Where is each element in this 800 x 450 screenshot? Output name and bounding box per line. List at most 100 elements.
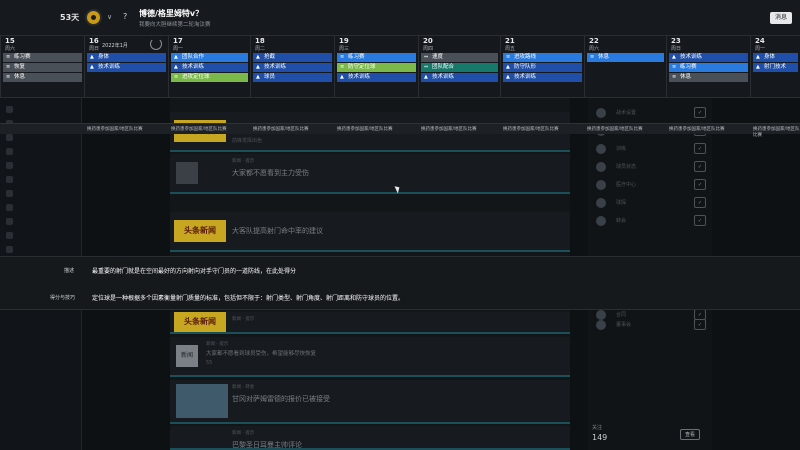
task-label: 董事会 bbox=[616, 322, 632, 328]
calendar-day[interactable]: 22 周六 ≡ 休息 bbox=[584, 36, 666, 98]
check-icon[interactable]: ✓ bbox=[694, 161, 706, 172]
sidebar-item[interactable] bbox=[0, 144, 81, 158]
day-number: 19 bbox=[339, 37, 349, 45]
sidebar bbox=[0, 36, 82, 450]
sidebar-item[interactable] bbox=[0, 242, 81, 256]
check-icon[interactable]: ✓ bbox=[694, 197, 706, 208]
training-session[interactable]: ≡ 练习赛 bbox=[669, 63, 748, 72]
news-card[interactable]: 新闻 新闻 · 提示 大家都不愿看到球员受伤，希望能够尽快恢复 55 bbox=[170, 337, 570, 377]
training-session[interactable]: ▲ 技术训练 bbox=[87, 63, 166, 72]
training-session[interactable]: ≡ 休息 bbox=[669, 73, 748, 82]
news-card[interactable]: 头条新闻 新闻 · 提示 bbox=[170, 312, 570, 334]
training-session[interactable]: ≡ 休息 bbox=[587, 53, 664, 62]
check-icon[interactable]: ✓ bbox=[694, 215, 706, 226]
training-session[interactable]: ▲ 身体 bbox=[87, 53, 166, 62]
chevron-down-icon[interactable]: ∨ bbox=[107, 13, 112, 21]
help-icon[interactable]: ? bbox=[123, 12, 127, 21]
training-session[interactable]: ▲ 射门技术 bbox=[753, 63, 798, 72]
news-card[interactable]: 新闻 · 提示 大家都不愿看到主力受伤 bbox=[170, 154, 570, 194]
task-icon bbox=[596, 180, 606, 190]
check-icon[interactable]: ✓ bbox=[694, 319, 706, 330]
session-label: 防守定位球 bbox=[348, 64, 376, 70]
menu-icon bbox=[6, 105, 13, 113]
news-subtitle: 前锋发挥出色 bbox=[232, 138, 263, 144]
messages-button[interactable]: 消息 bbox=[770, 12, 792, 24]
session-label: 练习赛 bbox=[348, 54, 365, 60]
task-label: 合同 bbox=[616, 312, 627, 318]
task-row[interactable]: 董事会 ✓ bbox=[594, 318, 706, 332]
task-row[interactable]: 战术设置 ✓ bbox=[594, 106, 706, 120]
training-session[interactable]: ▲ 身体 bbox=[753, 53, 798, 62]
calendar-day[interactable]: 15 周六 ≡ 练习赛 ≡ 恢复 ≡ 休息 bbox=[0, 36, 84, 98]
news-card[interactable]: 新闻 · 提示 巴黎圣日耳曼主帅评论 bbox=[170, 426, 570, 450]
sidebar-item[interactable] bbox=[0, 102, 81, 116]
training-session[interactable]: ▲ 团队合作 bbox=[171, 53, 248, 62]
person-icon: ▲ bbox=[90, 54, 94, 60]
training-session[interactable]: ≡ 练习赛 bbox=[3, 53, 82, 62]
international-duty-label: 换药患参加国家/地区队比赛 bbox=[87, 127, 143, 132]
training-session[interactable]: ≡ 进攻定位球 bbox=[171, 73, 248, 82]
person-icon: ▲ bbox=[256, 64, 260, 70]
task-label: 球员状态 bbox=[616, 164, 637, 170]
check-icon[interactable]: ✓ bbox=[694, 143, 706, 154]
person-icon: ▲ bbox=[90, 64, 94, 70]
check-icon[interactable]: ✓ bbox=[694, 107, 706, 118]
training-session[interactable]: ≡ 防守定位球 bbox=[337, 63, 416, 72]
day-number: 21 bbox=[505, 37, 515, 45]
task-row[interactable]: 转会 ✓ bbox=[594, 214, 706, 228]
session-label: 身体 bbox=[764, 54, 776, 60]
view-button[interactable]: 查看 bbox=[680, 429, 700, 440]
training-session[interactable]: ▲ 技术训练 bbox=[503, 73, 582, 82]
person-icon: ▲ bbox=[174, 54, 178, 60]
calendar-day[interactable]: 19 周三 ≡ 练习赛 ≡ 防守定位球 ▲ 技术训练 bbox=[334, 36, 418, 98]
training-session[interactable]: ⇔ 团队配合 bbox=[421, 63, 498, 72]
sidebar-item[interactable] bbox=[0, 186, 81, 200]
training-session[interactable]: ▲ 技术训练 bbox=[253, 63, 332, 72]
calendar-day[interactable]: 20 周四 ⇔ 速度 ⇔ 团队配合 ▲ 技术训练 bbox=[418, 36, 500, 98]
check-icon[interactable]: ✓ bbox=[694, 179, 706, 190]
weekday-label: 周六 bbox=[5, 46, 16, 52]
training-session[interactable]: ▲ 防守队形 bbox=[503, 63, 582, 72]
task-row[interactable]: 医疗中心 ✓ bbox=[594, 178, 706, 192]
sidebar-item[interactable] bbox=[0, 172, 81, 186]
training-session[interactable]: ▲ 抢截 bbox=[253, 53, 332, 62]
international-duty-strip: 换药患参加国家/地区队比赛 换药患参加国家/地区队比赛 换药患参加国家/地区队比赛 换… bbox=[0, 123, 800, 138]
training-session[interactable]: ≡ 练习赛 bbox=[337, 53, 416, 62]
training-session[interactable]: ▲ 技术训练 bbox=[421, 73, 498, 82]
task-row[interactable]: 球探 ✓ bbox=[594, 196, 706, 210]
menu-icon bbox=[6, 203, 13, 211]
training-session[interactable]: ≡ 进攻路线 bbox=[503, 53, 582, 62]
news-meta: 新闻 · 提示 bbox=[232, 159, 255, 164]
news-meta: 新闻 · 转会 bbox=[232, 385, 255, 390]
international-duty-label: 换药患参加国家/地区队比赛 bbox=[171, 127, 227, 132]
training-session[interactable]: ≡ 休息 bbox=[3, 73, 82, 82]
calendar-day[interactable]: 16 周日 ▲ 身体 ▲ 技术训练 bbox=[84, 36, 168, 98]
training-session[interactable]: ≡ 恢复 bbox=[3, 63, 82, 72]
sidebar-item[interactable] bbox=[0, 200, 81, 214]
weekday-label: 周二 bbox=[255, 46, 266, 52]
calendar-day[interactable]: 23 周日 ▲ 技术训练 ≡ 练习赛 ≡ 休息 bbox=[666, 36, 750, 98]
task-row[interactable]: 球员状态 ✓ bbox=[594, 160, 706, 174]
task-icon bbox=[596, 144, 606, 154]
sidebar-item[interactable] bbox=[0, 214, 81, 228]
training-session[interactable]: ▲ 技术训练 bbox=[669, 53, 748, 62]
task-row[interactable]: 训练 ✓ bbox=[594, 142, 706, 156]
calendar-day[interactable]: 21 周五 ≡ 进攻路线 ▲ 防守队形 ▲ 技术训练 bbox=[500, 36, 584, 98]
sidebar-item[interactable] bbox=[0, 228, 81, 242]
training-session[interactable]: ▲ 球员 bbox=[253, 73, 332, 82]
club-badge-icon[interactable] bbox=[85, 9, 102, 26]
sidebar-item[interactable] bbox=[0, 158, 81, 172]
task-icon bbox=[596, 216, 606, 226]
calendar-day[interactable]: 24 周一 ▲ 身体 ▲ 射门技术 bbox=[750, 36, 800, 98]
calendar-day[interactable]: 18 周二 ▲ 抢截 ▲ 技术训练 ▲ 球员 bbox=[250, 36, 334, 98]
international-duty-label: 换药患参加国家/地区队比赛 bbox=[753, 127, 800, 138]
news-card[interactable]: 新闻 · 转会 甘冈对萨姆雷德的报价已被接受 bbox=[170, 380, 570, 424]
task-icon bbox=[596, 320, 606, 330]
training-session[interactable]: ▲ 技术训练 bbox=[337, 73, 416, 82]
training-session[interactable]: ▲ 技术训练 bbox=[171, 63, 248, 72]
calendar-day[interactable]: 17 周一 ▲ 团队合作 ▲ 技术训练 ≡ 进攻定位球 bbox=[168, 36, 250, 98]
news-card[interactable]: 头条新闻 大客队提高射门命中率的建议 bbox=[170, 212, 570, 252]
days-counter: 53天 bbox=[60, 13, 80, 22]
training-session[interactable]: ⇔ 速度 bbox=[421, 53, 498, 62]
news-meta: 新闻 · 提示 bbox=[232, 317, 255, 322]
